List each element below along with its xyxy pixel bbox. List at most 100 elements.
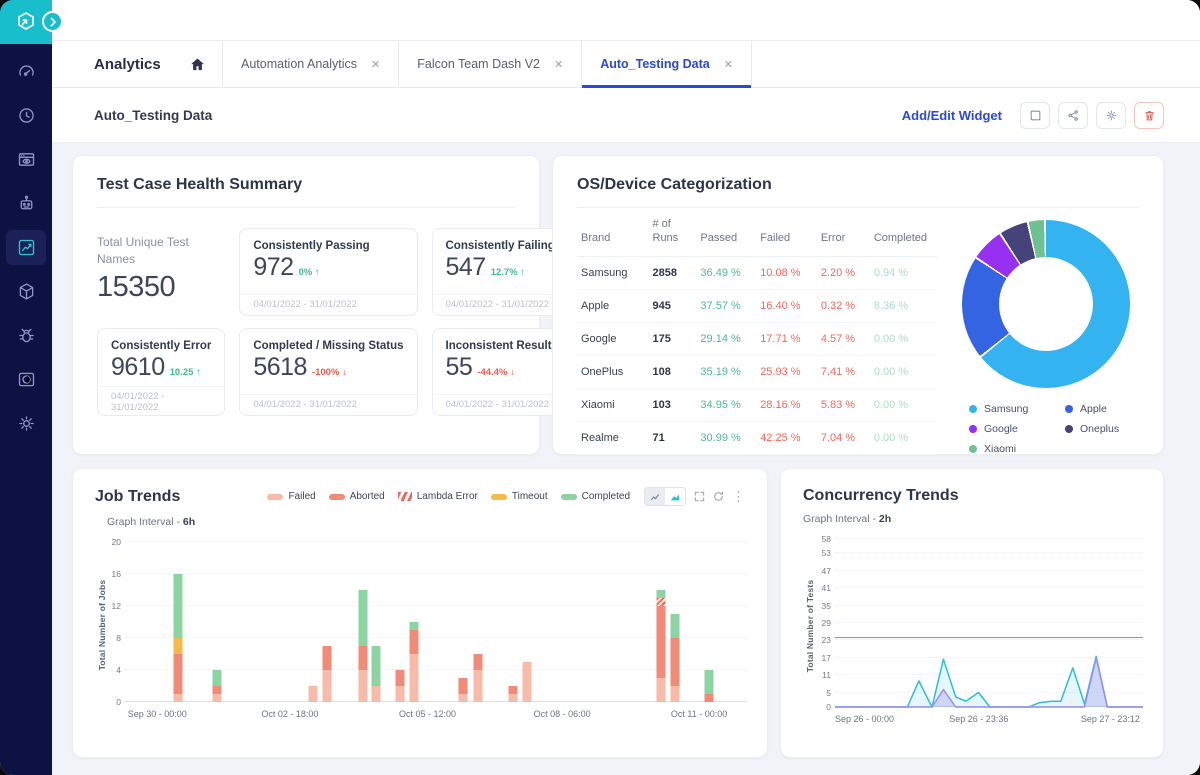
legend-dot <box>969 425 977 433</box>
tabbar-spacer <box>752 41 1200 87</box>
bar-segment-aborted <box>395 670 404 686</box>
table-header: Error <box>817 210 870 256</box>
sidebar-item-history[interactable] <box>6 98 46 133</box>
metric-label: Inconsistent Results <box>433 329 571 352</box>
robot-icon <box>16 193 37 214</box>
y-tick: 29 <box>805 618 831 628</box>
bar-segment-failed <box>173 694 182 702</box>
y-tick: 12 <box>97 601 121 611</box>
legend-item-failed[interactable]: Failed <box>267 491 315 502</box>
tab-falcon-team-dash[interactable]: Falcon Team Dash V2 ✕ <box>398 41 581 87</box>
os-device-table: Brand# of RunsPassedFailedErrorCompleted… <box>577 210 937 455</box>
y-tick: 41 <box>805 583 831 593</box>
job-bar <box>372 646 381 702</box>
legend-item-timeout[interactable]: Timeout <box>491 491 548 502</box>
job-bar <box>509 686 518 702</box>
job-bar <box>473 654 482 702</box>
metric-delta: -100% ↓ <box>312 367 347 378</box>
widget-concurrency-trends: Concurrency Trends Graph Interval - 2h T… <box>780 468 1164 758</box>
y-tick: 47 <box>805 566 831 576</box>
lambdatest-logo-icon <box>14 10 38 34</box>
legend-item-google[interactable]: Google <box>969 423 1065 435</box>
table-header: # of Runs <box>649 210 697 256</box>
x-tick: Sep 26 - 23:36 <box>949 714 1008 724</box>
sidebar-nav <box>0 54 52 441</box>
legend-item-xiaomi[interactable]: Xiaomi <box>969 443 1065 455</box>
expand-icon <box>694 491 705 502</box>
sidebar-item-split-view[interactable] <box>6 362 46 397</box>
bar-segment-failed <box>523 662 532 702</box>
sidebar-item-analytics[interactable] <box>6 230 46 265</box>
job-trends-chart: Total Number of Jobs 048121620 Sep 30 - … <box>95 542 745 723</box>
y-tick: 53 <box>805 548 831 558</box>
bar-segment-failed <box>410 654 419 702</box>
y-tick: 4 <box>97 665 121 675</box>
metric-card: Consistently Passing9720% ↑04/01/2022 - … <box>239 228 417 316</box>
kebab-menu-button[interactable]: ⋮ <box>732 489 745 505</box>
widget-title: Test Case Health Summary <box>97 176 515 194</box>
divider <box>577 207 1139 208</box>
analytics-chart-icon <box>16 237 37 258</box>
y-tick: 17 <box>805 653 831 663</box>
tab-automation-analytics[interactable]: Automation Analytics ✕ <box>222 41 398 87</box>
dashboard-title: Auto_Testing Data <box>94 108 212 123</box>
job-bar <box>395 670 404 702</box>
job-bar <box>358 590 367 702</box>
line-chart-toggle[interactable] <box>645 488 665 505</box>
browser-eye-icon <box>16 149 37 170</box>
tab-auto-testing-data[interactable]: Auto_Testing Data ✕ <box>581 41 752 87</box>
bar-segment-failed <box>671 686 680 702</box>
close-icon[interactable]: ✕ <box>554 58 563 71</box>
bar-segment-aborted <box>173 654 182 694</box>
legend-item-aborted[interactable]: Aborted <box>329 491 385 502</box>
trash-icon <box>1143 109 1156 122</box>
sidebar-item-packages[interactable] <box>6 274 46 309</box>
home-icon[interactable] <box>189 56 206 73</box>
layout-button[interactable] <box>1020 102 1050 129</box>
sidebar-item-dashboard[interactable] <box>6 54 46 89</box>
sidebar-item-automation-robot[interactable] <box>6 186 46 221</box>
metric-card: Consistently Failing54712.7% ↑04/01/2022… <box>432 228 572 316</box>
x-tick: Sep 27 - 23:12 <box>1081 714 1140 724</box>
gridline <box>125 541 747 542</box>
job-bar <box>523 662 532 702</box>
add-edit-widget-link[interactable]: Add/Edit Widget <box>902 108 1002 123</box>
table-header: Passed <box>696 210 756 256</box>
refresh-button[interactable] <box>713 491 724 502</box>
area-chart-toggle[interactable] <box>665 488 685 505</box>
graph-interval: Graph Interval - 6h <box>107 516 745 528</box>
bar-segment-aborted <box>410 630 419 654</box>
sidebar-item-settings[interactable] <box>6 406 46 441</box>
sidebar-expand-button[interactable] <box>42 11 63 32</box>
metric-label: Consistently Passing <box>240 229 416 252</box>
delete-button[interactable] <box>1134 102 1164 129</box>
expand-button[interactable] <box>694 491 705 502</box>
legend-item-samsung[interactable]: Samsung <box>969 403 1065 415</box>
home-icon-glyph <box>189 56 206 73</box>
metric-card: Inconsistent Results55-44.4% ↓04/01/2022… <box>432 328 572 416</box>
legend-item-lambda[interactable]: Lambda Error <box>398 491 478 502</box>
share-button[interactable] <box>1058 102 1088 129</box>
page-title: Analytics <box>94 56 161 73</box>
table-row: Samsung285836.49 %10.08 %2.20 %0.94 % <box>577 256 937 289</box>
legend-item-completed[interactable]: Completed <box>561 491 630 502</box>
table-row: Xiaomi10334.95 %28.16 %5.83 %0.00 % <box>577 388 937 421</box>
bar-segment-aborted <box>323 646 332 670</box>
table-header: Completed <box>870 210 937 256</box>
bar-segment-failed <box>358 670 367 702</box>
sidebar-item-bug-testing[interactable] <box>6 318 46 353</box>
bar-segment-completed <box>173 574 182 638</box>
settings-button[interactable] <box>1096 102 1126 129</box>
total-value: 15350 <box>97 271 225 304</box>
tab-label: Auto_Testing Data <box>600 57 710 71</box>
legend-item-oneplus[interactable]: Oneplus <box>1065 423 1139 435</box>
donut-column: SamsungAppleGoogleOneplusXiaomi <box>953 210 1139 455</box>
close-icon[interactable]: ✕ <box>724 58 733 71</box>
metric-label: Consistently Failing <box>433 229 571 252</box>
close-icon[interactable]: ✕ <box>371 58 380 71</box>
gridline <box>125 605 747 606</box>
dashboard-actions: Add/Edit Widget <box>902 102 1164 129</box>
sidebar-item-browser-testing[interactable] <box>6 142 46 177</box>
job-bar <box>671 614 680 702</box>
legend-item-apple[interactable]: Apple <box>1065 403 1139 415</box>
